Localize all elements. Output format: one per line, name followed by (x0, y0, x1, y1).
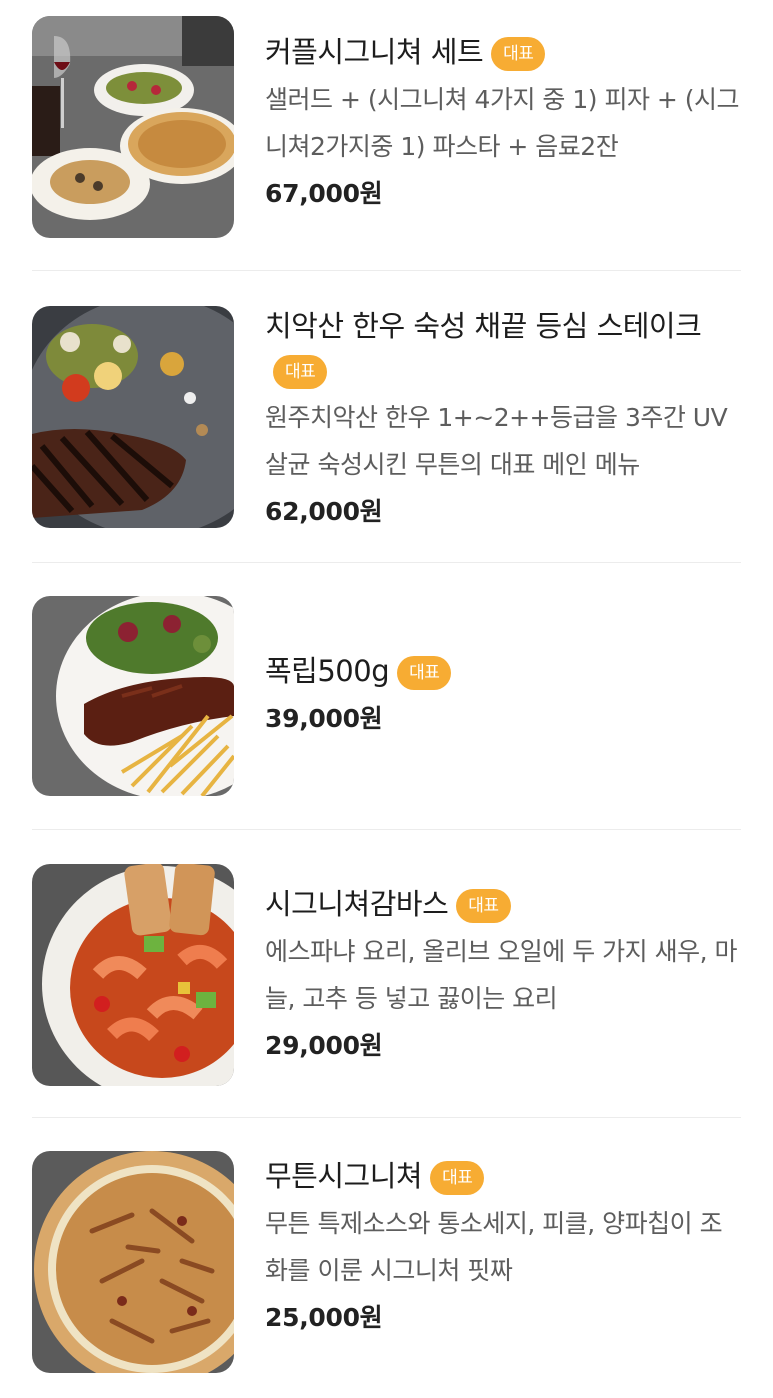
menu-name[interactable]: 폭립500g 대표 (265, 649, 743, 693)
menu-item-couple-set[interactable]: 커플시그니쳐 세트 대표 샐러드 + (시그니쳐 4가지 중 1) 피자 + (시… (0, 0, 773, 270)
menu-price: 29,000원 (265, 1031, 383, 1060)
menu-price: 62,000원 (265, 497, 383, 526)
menu-info: 무튼시그니쳐 대표 무튼 특제소스와 통소세지, 피클, 양파칩이 조화를 이룬 … (265, 1154, 743, 1334)
menu-list: 커플시그니쳐 세트 대표 샐러드 + (시그니쳐 4가지 중 1) 피자 + (시… (0, 0, 773, 1398)
menu-info: 커플시그니쳐 세트 대표 샐러드 + (시그니쳐 4가지 중 1) 피자 + (시… (265, 30, 743, 210)
menu-info: 시그니쳐감바스 대표 에스파냐 요리, 올리브 오일에 두 가지 새우, 마늘, … (265, 882, 743, 1062)
menu-description: 샐러드 + (시그니쳐 4가지 중 1) 피자 + (시그니쳐2가지중 1) 파… (265, 85, 740, 161)
representative-badge: 대표 (430, 1161, 485, 1195)
menu-info: 치악산 한우 숙성 채끝 등심 스테이크대표 원주치악산 한우 1+~2++등급… (265, 304, 743, 528)
representative-badge: 대표 (273, 355, 328, 389)
menu-price: 67,000원 (265, 179, 383, 208)
menu-name[interactable]: 무튼시그니쳐 대표 (265, 1154, 743, 1198)
representative-badge: 대표 (491, 37, 546, 71)
menu-item-gambas[interactable]: 시그니쳐감바스 대표 에스파냐 요리, 올리브 오일에 두 가지 새우, 마늘, … (0, 830, 773, 1117)
menu-item-pork-ribs[interactable]: 폭립500g 대표 39,000원 (0, 563, 773, 829)
menu-name-text: 시그니쳐감바스 (265, 887, 449, 921)
couple-set-photo[interactable] (32, 16, 234, 238)
menu-name-text: 무튼시그니쳐 (265, 1159, 423, 1193)
signature-pizza-photo[interactable] (32, 1151, 234, 1373)
menu-name-text: 폭립500g (265, 654, 390, 688)
gambas-photo[interactable] (32, 864, 234, 1086)
menu-item-steak[interactable]: 치악산 한우 숙성 채끝 등심 스테이크대표 원주치악산 한우 1+~2++등급… (0, 271, 773, 562)
menu-price: 25,000원 (265, 1303, 383, 1332)
representative-badge: 대표 (397, 656, 452, 690)
menu-info: 폭립500g 대표 39,000원 (265, 649, 743, 735)
pork-ribs-photo[interactable] (32, 596, 234, 796)
menu-name[interactable]: 치악산 한우 숙성 채끝 등심 스테이크대표 (265, 304, 743, 392)
steak-photo[interactable] (32, 306, 234, 528)
menu-item-signature-pizza[interactable]: 무튼시그니쳐 대표 무튼 특제소스와 통소세지, 피클, 양파칩이 조화를 이룬 … (0, 1118, 773, 1398)
menu-name[interactable]: 시그니쳐감바스 대표 (265, 882, 743, 926)
menu-price: 39,000원 (265, 704, 383, 733)
menu-description: 무튼 특제소스와 통소세지, 피클, 양파칩이 조화를 이룬 시그니처 핏짜 (265, 1209, 723, 1285)
representative-badge: 대표 (456, 889, 511, 923)
menu-description: 에스파냐 요리, 올리브 오일에 두 가지 새우, 마늘, 고추 등 넣고 끓이… (265, 937, 738, 1013)
menu-name[interactable]: 커플시그니쳐 세트 대표 (265, 30, 743, 74)
menu-name-text: 커플시그니쳐 세트 (265, 35, 484, 69)
menu-description: 원주치악산 한우 1+~2++등급을 3주간 UV살균 숙성시킨 무튼의 대표 … (265, 403, 728, 479)
menu-name-text: 치악산 한우 숙성 채끝 등심 스테이크 (265, 309, 702, 343)
